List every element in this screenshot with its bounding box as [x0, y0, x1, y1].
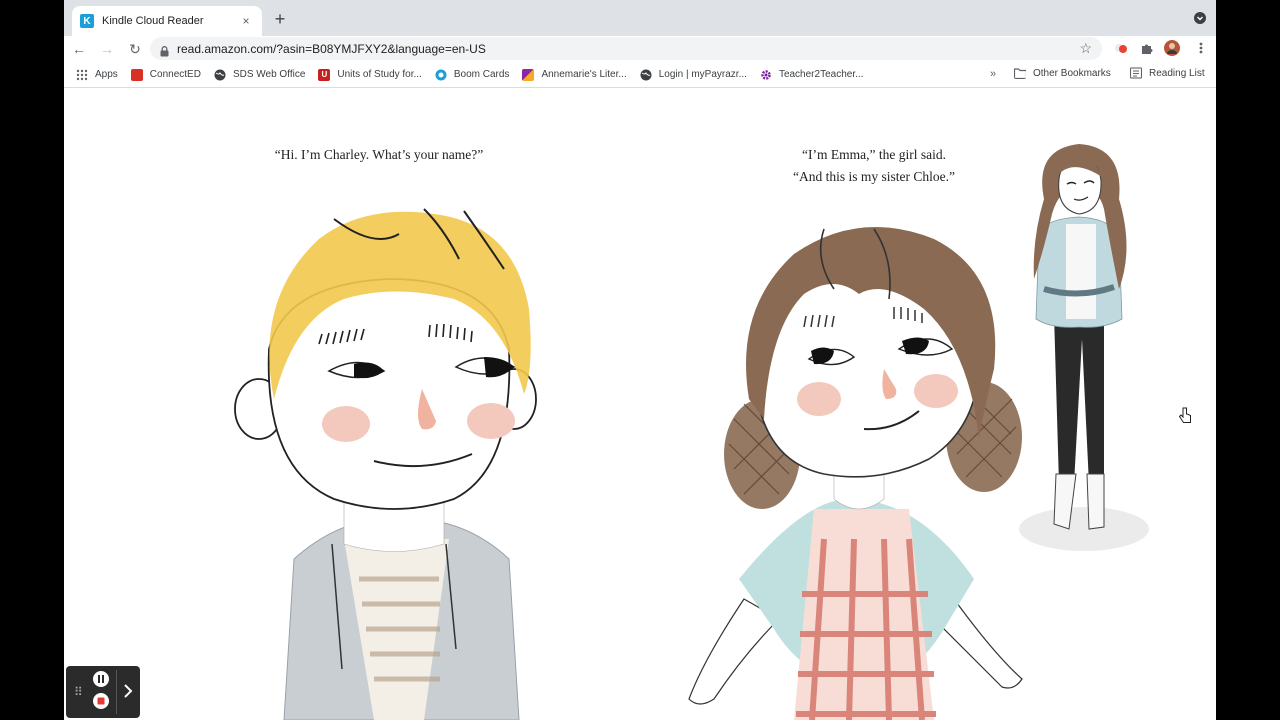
boom-icon — [435, 69, 447, 80]
kindle-book-page[interactable]: “Hi. I’m Charley. What’s your name?” “I’… — [64, 89, 1216, 720]
bookmark-sds-web-office[interactable]: SDS Web Office — [214, 69, 305, 81]
bookmarks-overflow-button[interactable]: » — [990, 68, 996, 80]
bookmark-units-of-study[interactable]: U Units of Study for... — [318, 68, 422, 81]
bookmark-label: Teacher2Teacher... — [778, 69, 864, 80]
menu-kebab-icon[interactable] — [1194, 41, 1208, 55]
profile-avatar[interactable] — [1164, 40, 1180, 56]
tab-strip: K Kindle Cloud Reader × + — [64, 0, 1216, 36]
back-button[interactable]: ← — [66, 41, 92, 57]
bookmark-other-folder[interactable]: Other Bookmarks — [1014, 67, 1111, 79]
screen-recorder-widget: ⠿ — [66, 666, 140, 718]
caption-emma: “I’m Emma,” the girl said. “And this is … — [764, 144, 984, 188]
hand-cursor-icon — [1179, 407, 1191, 423]
units-icon: U — [318, 68, 331, 81]
bookmark-apps[interactable]: Apps — [76, 69, 118, 81]
bookmark-label: Boom Cards — [453, 69, 510, 80]
tab-title: Kindle Cloud Reader — [102, 15, 204, 27]
lock-icon — [160, 44, 169, 56]
emma-illustration — [688, 227, 1023, 720]
bookmark-label: ConnectED — [149, 69, 201, 80]
bookmark-connected[interactable]: ConnectED — [130, 68, 201, 81]
caption-charley: “Hi. I’m Charley. What’s your name?” — [274, 147, 484, 162]
extension-record-icon[interactable] — [1114, 41, 1128, 55]
bookmark-star-icon[interactable]: ☆ — [1079, 40, 1092, 57]
bookmark-boom-cards[interactable]: Boom Cards — [435, 69, 510, 81]
bookmark-label: Reading List — [1149, 67, 1205, 79]
tab-search-icon[interactable] — [1194, 12, 1206, 24]
forward-button[interactable]: → — [94, 41, 120, 57]
tab-kindle-cloud-reader[interactable]: K Kindle Cloud Reader × — [72, 6, 262, 36]
close-icon[interactable]: × — [238, 14, 254, 28]
chevron-right-icon[interactable] — [122, 681, 134, 706]
bookmark-label: Annemarie's Liter... — [541, 69, 627, 80]
new-tab-button[interactable]: + — [270, 9, 290, 29]
bookmark-label: Units of Study for... — [337, 69, 422, 80]
folder-icon — [1014, 68, 1026, 79]
chloe-illustration — [1019, 144, 1149, 551]
reading-list-icon — [1130, 67, 1142, 79]
bookmark-label: SDS Web Office — [232, 69, 306, 80]
url-text[interactable]: read.amazon.com/?asin=B08YMJFXY2&languag… — [177, 42, 1079, 56]
bookmark-annemarie[interactable]: Annemarie's Liter... — [522, 68, 627, 81]
address-bar[interactable]: read.amazon.com/?asin=B08YMJFXY2&languag… — [150, 37, 1102, 60]
connected-icon — [130, 68, 143, 81]
toolbar: ← → ↻ read.amazon.com/?asin=B08YMJFXY2&l… — [64, 36, 1216, 62]
bookmark-label: Apps — [95, 69, 118, 80]
pause-button[interactable] — [93, 671, 109, 687]
apps-grid-icon — [76, 69, 88, 80]
globe-icon — [214, 69, 226, 80]
charley-illustration — [234, 208, 537, 720]
globe-icon — [640, 69, 652, 80]
caption-emma-line-1: “I’m Emma,” the girl said. — [802, 147, 946, 162]
drag-handle-icon[interactable]: ⠿ — [74, 685, 83, 699]
gear-icon — [761, 69, 771, 80]
bookmark-label: Other Bookmarks — [1033, 67, 1111, 79]
reading-list-button[interactable]: Reading List — [1130, 67, 1205, 79]
bookmarks-bar: Apps ConnectED SDS Web Office U Units of… — [64, 62, 1216, 88]
annemarie-icon — [522, 68, 535, 81]
divider — [116, 670, 117, 714]
caption-emma-line-2: “And this is my sister Chloe.” — [793, 169, 955, 184]
extensions-puzzle-icon[interactable] — [1140, 41, 1154, 55]
bookmark-label: Login | myPayrazr... — [658, 69, 747, 80]
kindle-icon: K — [80, 14, 94, 28]
bookmark-mypayrazr[interactable]: Login | myPayrazr... — [640, 69, 747, 81]
reload-button[interactable]: ↻ — [122, 41, 148, 58]
stop-button[interactable] — [93, 693, 109, 709]
bookmark-teacher2teacher[interactable]: Teacher2Teacher... — [760, 69, 864, 81]
browser-window: K Kindle Cloud Reader × + ← → ↻ read.ama… — [64, 0, 1216, 720]
